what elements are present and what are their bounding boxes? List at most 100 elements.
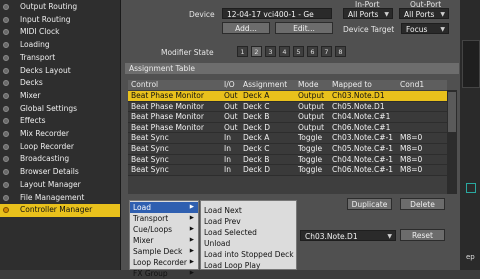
mapped-to-field[interactable]: Ch03.Note.D1 ▼ bbox=[300, 230, 396, 241]
sidebar-item-label: Loop Recorder bbox=[20, 141, 74, 151]
device-select[interactable]: 12-04-17 vci400-1 - Ge bbox=[222, 8, 332, 19]
load-menu-item[interactable]: Load into Stopped Deck bbox=[201, 249, 296, 260]
modifier-button[interactable]: 8 bbox=[335, 46, 346, 57]
table-cell-mode: Output bbox=[298, 101, 325, 111]
sidebar-item-label: Broadcasting bbox=[20, 154, 70, 164]
sidebar-item[interactable]: MIDI Clock bbox=[0, 26, 120, 39]
right-strip: ep bbox=[460, 0, 480, 270]
delete-button[interactable]: Delete bbox=[400, 198, 445, 210]
sidebar-item-label: Controller Manager bbox=[20, 205, 93, 215]
menu-category-item[interactable]: Loop Recorder ▶ bbox=[130, 257, 198, 268]
mapped-to-value: Ch03.Note.D1 bbox=[305, 232, 358, 241]
table-row[interactable]: Beat Sync In Deck C Toggle Ch05.Note.C#-1 M8=… bbox=[128, 144, 447, 155]
load-menu-item[interactable]: Unload bbox=[201, 238, 296, 249]
table-cell-control: Beat Phase Monitor bbox=[131, 101, 204, 111]
table-row[interactable]: Beat Phase Monitor Out Deck A Output Ch03.No… bbox=[128, 91, 447, 102]
edit-device-button[interactable]: Edit... bbox=[275, 22, 333, 34]
table-cell-mode: Toggle bbox=[298, 165, 323, 175]
sidebar-item[interactable]: Loading bbox=[0, 39, 120, 52]
table-cell-io: In bbox=[224, 165, 231, 175]
table-cell-mode: Toggle bbox=[298, 154, 323, 164]
table-row[interactable]: Beat Sync In Deck D Toggle Ch06.Note.C#-1 M8=… bbox=[128, 165, 447, 176]
device-target-select[interactable]: Focus ▼ bbox=[401, 23, 449, 34]
menu-category-item[interactable]: Transport ▶ bbox=[130, 213, 198, 224]
load-menu-item[interactable]: Load Next bbox=[201, 205, 296, 216]
assignment-table-header: Assignment Table bbox=[125, 63, 459, 74]
modifier-button[interactable]: 3 bbox=[265, 46, 276, 57]
circle-bullet-icon bbox=[3, 54, 9, 61]
sidebar-item[interactable]: Controller Manager bbox=[0, 204, 120, 217]
table-row[interactable]: Beat Phase Monitor Out Deck C Output Ch05.No… bbox=[128, 101, 447, 113]
column-control[interactable]: Control bbox=[131, 80, 158, 90]
table-cell-cond: M8=0 bbox=[400, 144, 423, 153]
table-row[interactable]: Beat Sync In Deck B Toggle Ch04.Note.C#-1 M8=… bbox=[128, 154, 447, 166]
menu-category-label: Loop Recorder bbox=[133, 258, 187, 267]
menu-category-item[interactable]: Mixer ▶ bbox=[130, 235, 198, 246]
table-row[interactable]: Beat Phase Monitor Out Deck B Output Ch04.No… bbox=[128, 112, 447, 123]
circle-bullet-icon bbox=[3, 29, 9, 36]
sidebar-item[interactable]: Layout Manager bbox=[0, 179, 120, 192]
table-cell-mapped: Ch05.Note.D1 bbox=[332, 101, 385, 111]
modifier-button[interactable]: 6 bbox=[307, 46, 318, 57]
circle-bullet-icon bbox=[3, 169, 9, 176]
out-port-select[interactable]: All Ports ▼ bbox=[399, 8, 449, 19]
column-io[interactable]: I/O bbox=[224, 80, 235, 90]
duplicate-button[interactable]: Duplicate bbox=[347, 198, 392, 210]
sidebar-item[interactable]: Global Settings bbox=[0, 103, 120, 116]
add-device-button[interactable]: Add... bbox=[222, 22, 270, 34]
reset-button[interactable]: Reset bbox=[400, 229, 445, 241]
sidebar-item[interactable]: Decks bbox=[0, 77, 120, 90]
sidebar-item[interactable]: Effects bbox=[0, 115, 120, 128]
table-scrollbar-thumb[interactable] bbox=[448, 92, 456, 132]
submenu-arrow-icon: ▶ bbox=[189, 237, 194, 243]
sidebar-item[interactable]: Transport bbox=[0, 52, 120, 65]
sidebar-item[interactable]: Output Routing bbox=[0, 1, 120, 14]
column-mapped-to[interactable]: Mapped to bbox=[332, 80, 372, 90]
menu-category-label: Sample Deck bbox=[133, 247, 183, 256]
column-mode[interactable]: Mode bbox=[298, 80, 318, 90]
sidebar-item-label: Transport bbox=[20, 52, 56, 62]
chevron-down-icon: ▼ bbox=[384, 11, 389, 18]
right-strip-text: ep bbox=[466, 253, 475, 261]
column-cond1[interactable]: Cond1 bbox=[400, 80, 424, 90]
circle-bullet-icon bbox=[3, 92, 9, 99]
circle-bullet-icon bbox=[3, 4, 9, 10]
load-menu-item[interactable]: Load Loop Play bbox=[201, 260, 296, 271]
load-submenu: Load Next Load Prev Load Selected Unload Loa… bbox=[200, 200, 297, 270]
modifier-button[interactable]: 7 bbox=[321, 46, 332, 57]
circle-bullet-icon bbox=[3, 131, 9, 137]
modifier-button[interactable]: 5 bbox=[293, 46, 304, 57]
sidebar-item-label: Layout Manager bbox=[20, 179, 81, 189]
sidebar-item[interactable]: Mixer bbox=[0, 90, 120, 103]
sidebar-item[interactable]: Broadcasting bbox=[0, 153, 120, 166]
load-menu-item[interactable]: Load Selected bbox=[201, 227, 296, 238]
table-row[interactable]: Beat Sync In Deck A Toggle Ch03.Note.C#-1 M8=… bbox=[128, 133, 447, 144]
table-cell-assignment: Deck B bbox=[243, 112, 270, 122]
sidebar-item[interactable]: Decks Layout bbox=[0, 65, 120, 78]
sidebar-item[interactable]: Input Routing bbox=[0, 14, 120, 27]
menu-category-label: Mixer bbox=[133, 236, 154, 245]
menu-category-label: Cue/Loops bbox=[133, 225, 173, 234]
sidebar-item[interactable]: Mix Recorder bbox=[0, 128, 120, 141]
sidebar-item-label: File Management bbox=[20, 192, 85, 202]
modifier-button[interactable]: 2 bbox=[251, 46, 262, 57]
in-port-select[interactable]: All Ports ▼ bbox=[343, 8, 393, 19]
modifier-button[interactable]: 4 bbox=[279, 46, 290, 57]
sidebar-item[interactable]: Browser Details bbox=[0, 166, 120, 179]
menu-category-item[interactable]: Cue/Loops ▶ bbox=[130, 224, 198, 235]
column-assignment[interactable]: Assignment bbox=[243, 80, 287, 90]
menu-category-item[interactable]: Load ▶ bbox=[130, 202, 198, 213]
menu-category-item[interactable]: Sample Deck ▶ bbox=[130, 246, 198, 257]
table-cell-io: Out bbox=[224, 112, 238, 122]
sidebar-item-label: Mix Recorder bbox=[20, 129, 69, 138]
table-cell-cond: M8=0 bbox=[400, 154, 423, 164]
load-menu-item[interactable]: Load Prev bbox=[201, 216, 296, 227]
menu-category-label: Load bbox=[133, 203, 151, 212]
sidebar-item[interactable]: File Management bbox=[0, 192, 120, 205]
modifier-button[interactable]: 1 bbox=[237, 46, 248, 57]
table-row[interactable]: Beat Phase Monitor Out Deck D Output Ch06.No… bbox=[128, 122, 447, 134]
right-strip-scrollbar[interactable] bbox=[462, 40, 480, 88]
submenu-arrow-icon: ▶ bbox=[189, 215, 194, 221]
table-cell-assignment: Deck A bbox=[243, 91, 270, 100]
sidebar-item[interactable]: Loop Recorder bbox=[0, 141, 120, 154]
